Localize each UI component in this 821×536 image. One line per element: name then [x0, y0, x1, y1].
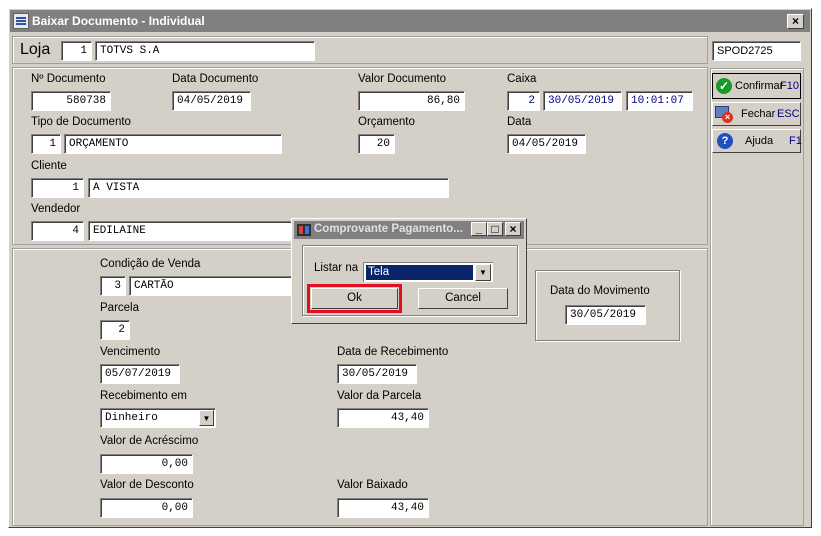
dialog-title: Comprovante Pagamento...	[314, 223, 463, 235]
recebimento-em-value: Dinheiro	[105, 412, 158, 424]
data-field[interactable]: 04/05/2019	[507, 134, 586, 154]
vencimento-label: Vencimento	[100, 346, 161, 358]
vendedor-name-field[interactable]: EDILAINE	[88, 221, 308, 241]
valor-parcela-label: Valor da Parcela	[337, 390, 422, 402]
condicao-label: Condição de Venda	[100, 258, 201, 270]
fechar-button[interactable]: × Fechar ESC	[712, 102, 801, 126]
chevron-down-icon[interactable]: ▼	[475, 264, 491, 281]
app-icon	[13, 13, 29, 29]
check-icon: ✓	[716, 78, 732, 94]
valor-documento-field[interactable]: 86,80	[358, 91, 465, 111]
numero-label: Nº Documento	[31, 73, 106, 85]
orcamento-label: Orçamento	[358, 116, 415, 128]
dialog-close-button[interactable]: ×	[505, 222, 521, 236]
close-icon: ×	[722, 112, 733, 123]
loja-name-field[interactable]: TOTVS S.A	[95, 41, 315, 61]
condicao-name-field[interactable]: CARTÃO	[129, 276, 299, 296]
ajuda-key: F1	[789, 135, 802, 147]
loja-code-field[interactable]: 1	[61, 41, 92, 61]
confirmar-label: Confirmar	[735, 80, 784, 92]
caixa-label: Caixa	[507, 73, 537, 85]
parcela-label: Parcela	[100, 302, 139, 314]
listar-select[interactable]: Tela ▼	[363, 262, 493, 282]
loja-label: Loja	[20, 41, 51, 58]
listar-label: Listar na	[314, 262, 359, 274]
numero-field[interactable]: 580738	[31, 91, 111, 111]
cliente-name-field[interactable]: A VISTA	[88, 178, 449, 198]
data-movimento-label: Data do Movimento	[550, 285, 650, 297]
valor-acrescimo-field[interactable]: 0,00	[100, 454, 193, 474]
data-label: Data	[507, 116, 532, 128]
window-title: Baixar Documento - Individual	[32, 14, 205, 28]
fechar-key: ESC	[777, 108, 800, 120]
condicao-code-field[interactable]: 3	[100, 276, 126, 296]
caixa-date-field[interactable]: 30/05/2019	[543, 91, 622, 111]
cancel-button[interactable]: Cancel	[418, 288, 508, 309]
valor-baixado-field[interactable]: 43,40	[337, 498, 429, 518]
dialog-maximize-button[interactable]: □	[487, 222, 503, 236]
station-code-field: SPOD2725	[712, 41, 801, 61]
film-icon	[296, 222, 312, 238]
dialog-minimize-button[interactable]: _	[471, 222, 487, 236]
valor-documento-label: Valor Documento	[358, 73, 446, 85]
data-recebimento-label: Data de Recebimento	[337, 346, 449, 358]
vendedor-label: Vendedor	[31, 203, 81, 215]
tipo-label: Tipo de Documento	[31, 116, 131, 128]
data-movimento-field[interactable]: 30/05/2019	[565, 305, 646, 325]
parcela-field[interactable]: 2	[100, 320, 130, 340]
caixa-time-field[interactable]: 10:01:07	[626, 91, 693, 111]
caixa-number-field[interactable]: 2	[507, 91, 540, 111]
data-documento-label: Data Documento	[172, 73, 259, 85]
valor-parcela-field[interactable]: 43,40	[337, 408, 429, 428]
confirmar-key: F10	[780, 80, 799, 92]
ajuda-label: Ajuda	[745, 135, 774, 147]
ajuda-button[interactable]: ? Ajuda F1	[712, 129, 802, 153]
ok-button[interactable]: Ok	[311, 288, 398, 309]
cliente-code-field[interactable]: 1	[31, 178, 84, 198]
data-recebimento-field[interactable]: 30/05/2019	[337, 364, 417, 384]
valor-desconto-label: Valor de Desconto	[100, 479, 194, 491]
vendedor-code-field[interactable]: 4	[31, 221, 84, 241]
vencimento-field[interactable]: 05/07/2019	[100, 364, 180, 384]
valor-desconto-field[interactable]: 0,00	[100, 498, 193, 518]
orcamento-field[interactable]: 20	[358, 134, 395, 154]
window-close-button[interactable]: ×	[787, 14, 804, 29]
data-documento-field[interactable]: 04/05/2019	[172, 91, 251, 111]
recebimento-em-label: Recebimento em	[100, 390, 187, 402]
help-icon: ?	[717, 133, 733, 149]
confirmar-button[interactable]: ✓ Confirmar F10	[712, 73, 801, 99]
fechar-label: Fechar	[741, 108, 776, 120]
valor-baixado-label: Valor Baixado	[337, 479, 408, 491]
valor-acrescimo-label: Valor de Acréscimo	[100, 435, 199, 447]
tipo-code-field[interactable]: 1	[31, 134, 61, 154]
listar-value: Tela	[366, 265, 473, 280]
cliente-label: Cliente	[31, 160, 67, 172]
chevron-down-icon[interactable]: ▼	[199, 410, 214, 426]
tipo-name-field[interactable]: ORÇAMENTO	[64, 134, 282, 154]
